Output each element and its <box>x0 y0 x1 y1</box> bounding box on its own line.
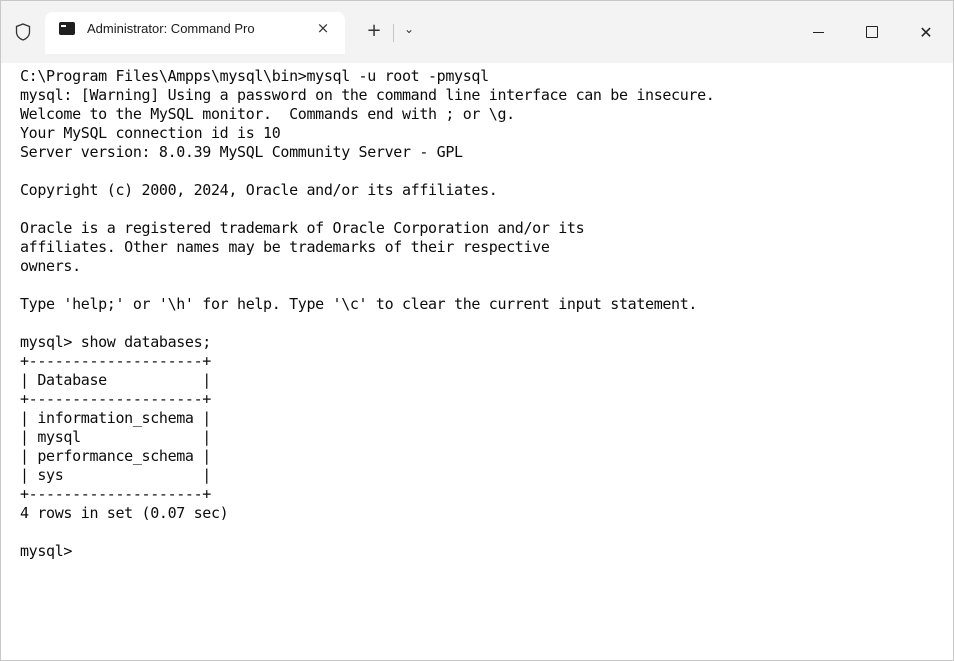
terminal-line: +--------------------+ <box>20 485 211 503</box>
terminal-line: Type 'help;' or '\h' for help. Type '\c'… <box>20 295 698 313</box>
shield-icon <box>15 23 31 41</box>
terminal-output[interactable]: C:\Program Files\Ampps\mysql\bin>mysql -… <box>1 63 953 660</box>
terminal-line: | Database | <box>20 371 211 389</box>
terminal-line: Oracle is a registered trademark of Orac… <box>20 219 585 237</box>
title-bar: Administrator: Command Pro × + ⌄ ✕ <box>1 1 953 63</box>
new-tab-button[interactable]: + <box>365 20 383 41</box>
terminal-line: 4 rows in set (0.07 sec) <box>20 504 229 522</box>
terminal-line: | sys | <box>20 466 211 484</box>
window-controls: ✕ <box>791 15 953 49</box>
terminal-line: Copyright (c) 2000, 2024, Oracle and/or … <box>20 181 498 199</box>
terminal-line: owners. <box>20 257 81 275</box>
close-button[interactable]: ✕ <box>899 15 953 49</box>
terminal-line: mysql> show databases; <box>20 333 211 351</box>
terminal-line: +--------------------+ <box>20 390 211 408</box>
terminal-line: | performance_schema | <box>20 447 211 465</box>
maximize-icon <box>866 26 878 38</box>
minimize-icon <box>812 31 824 33</box>
terminal-line: mysql> <box>20 542 81 560</box>
tab-command-prompt[interactable]: Administrator: Command Pro × <box>45 12 345 54</box>
maximize-button[interactable] <box>845 15 899 49</box>
terminal-line: Welcome to the MySQL monitor. Commands e… <box>20 105 515 123</box>
terminal-line: affiliates. Other names may be trademark… <box>20 238 550 256</box>
chevron-down-icon[interactable]: ⌄ <box>404 22 414 36</box>
close-icon: ✕ <box>919 22 933 42</box>
minimize-button[interactable] <box>791 15 845 49</box>
tab-close-icon[interactable]: × <box>313 19 333 37</box>
tab-title: Administrator: Command Pro <box>87 20 255 36</box>
toolbar-divider <box>393 24 394 42</box>
terminal-line: C:\Program Files\Ampps\mysql\bin>mysql -… <box>20 67 489 85</box>
tab-strip: Administrator: Command Pro × + ⌄ <box>1 1 414 54</box>
terminal-line: +--------------------+ <box>20 352 211 370</box>
terminal-line: | mysql | <box>20 428 211 446</box>
command-prompt-icon <box>59 21 75 35</box>
terminal-line: Server version: 8.0.39 MySQL Community S… <box>20 143 463 161</box>
terminal-line: | information_schema | <box>20 409 211 427</box>
terminal-text: C:\Program Files\Ampps\mysql\bin>mysql -… <box>20 67 953 561</box>
terminal-line: Your MySQL connection id is 10 <box>20 124 281 142</box>
terminal-window: Administrator: Command Pro × + ⌄ ✕ C:\Pr… <box>0 0 954 661</box>
terminal-line: mysql: [Warning] Using a password on the… <box>20 86 715 104</box>
